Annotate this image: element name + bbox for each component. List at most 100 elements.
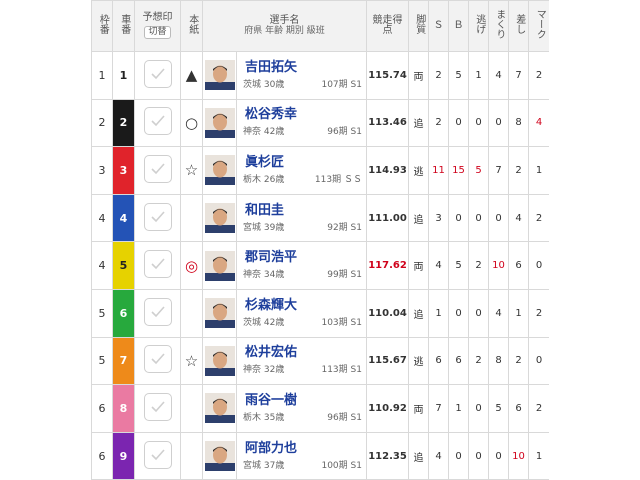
race-score: 115.74 xyxy=(366,51,409,100)
stat-nige: 2 xyxy=(468,336,489,386)
racer-term-class: 92期 S1 xyxy=(327,222,362,234)
stat-mark: 1 xyxy=(528,146,549,195)
header-s: Ｓ xyxy=(428,0,449,52)
prediction-checkbox[interactable] xyxy=(143,107,172,136)
stat-nige: 5 xyxy=(468,146,489,195)
photo-cell xyxy=(202,336,237,386)
stat-b: 15 xyxy=(448,146,469,195)
photo-cell xyxy=(202,98,237,148)
racer-name[interactable]: 杉森輝大 xyxy=(241,298,362,314)
racer-age: 26歳 xyxy=(263,174,285,185)
stat-b: 5 xyxy=(448,51,469,100)
racer-class: ＳＳ xyxy=(343,174,362,185)
photo-cell xyxy=(202,431,237,480)
racer-prefecture: 茨城 xyxy=(243,317,262,328)
racer-name[interactable]: 眞杉匠 xyxy=(241,155,362,171)
racer-info: 雨谷一樹 栃木 35歳 96期 S1 xyxy=(236,384,367,433)
race-score: 115.67 xyxy=(366,336,409,386)
check-icon xyxy=(150,211,165,222)
kyakushitsu: 両 xyxy=(408,51,429,100)
racer-class: S1 xyxy=(350,222,362,233)
kirikae-button[interactable]: 切替 xyxy=(144,25,171,39)
prediction-checkbox[interactable] xyxy=(143,250,172,279)
check-icon xyxy=(150,353,165,365)
racer-age: 35歳 xyxy=(263,412,285,423)
prediction-checkbox[interactable] xyxy=(143,202,172,231)
header-waku: 枠番 xyxy=(91,0,113,52)
racer-term-class: 113期 ＳＳ xyxy=(315,174,362,186)
race-entry-table-container: 枠番 車番 予想印 切替 本紙 選手名 府県 年齢 期別 級班 競走得点 脚質 … xyxy=(91,0,549,480)
prediction-checkbox[interactable] xyxy=(143,297,172,326)
racer-age: 42歳 xyxy=(263,317,285,328)
yoso-cell xyxy=(134,384,181,433)
kyakushitsu: 逃 xyxy=(408,146,429,195)
prediction-checkbox[interactable] xyxy=(143,154,172,183)
racer-prefecture: 神奈 xyxy=(243,127,262,138)
racer-age: 30歳 xyxy=(263,79,285,90)
racer-name[interactable]: 松井宏佑 xyxy=(241,345,362,361)
table-row: 6 8 雨谷一樹 栃木 35歳 96期 S1 110.92 両 7 1 0 5 … xyxy=(91,384,549,433)
waku-number: 2 xyxy=(91,98,113,148)
racer-info: 阿部力也 宮城 37歳 100期 S1 xyxy=(236,431,367,480)
racer-class: S1 xyxy=(350,460,362,471)
stat-s: 2 xyxy=(428,98,449,148)
table-header-row: 枠番 車番 予想印 切替 本紙 選手名 府県 年齢 期別 級班 競走得点 脚質 … xyxy=(91,0,549,52)
racer-name[interactable]: 郡司浩平 xyxy=(241,250,362,266)
racer-pref-age: 栃木 26歳 xyxy=(243,174,284,186)
racer-prefecture: 神奈 xyxy=(243,270,262,281)
racer-prefecture: 茨城 xyxy=(243,79,262,90)
racer-name[interactable]: 阿部力也 xyxy=(241,441,362,457)
honshi-mark: ○ xyxy=(180,98,203,148)
racer-pref-age: 神奈 32歳 xyxy=(243,364,284,376)
racer-term: 107期 xyxy=(321,79,348,90)
racer-pref-age: 宮城 39歳 xyxy=(243,222,284,234)
header-honshi: 本紙 xyxy=(180,0,203,52)
stat-mark: 2 xyxy=(528,384,549,433)
stat-b: 1 xyxy=(448,384,469,433)
racer-term: 100期 xyxy=(321,460,348,471)
prediction-checkbox[interactable] xyxy=(143,440,172,469)
stat-s: 7 xyxy=(428,384,449,433)
racer-class: S1 xyxy=(350,270,362,281)
honshi-mark xyxy=(180,193,203,243)
yoso-cell xyxy=(134,98,181,148)
header-makuri: まくり xyxy=(488,0,509,52)
race-score: 117.62 xyxy=(366,241,409,290)
racer-age: 34歳 xyxy=(263,270,285,281)
header-b: Ｂ xyxy=(448,0,469,52)
yoso-cell xyxy=(134,431,181,480)
racer-name[interactable]: 吉田拓矢 xyxy=(241,60,362,76)
racer-details: 栃木 35歳 96期 S1 xyxy=(241,412,362,424)
racer-details: 茨城 30歳 107期 S1 xyxy=(241,79,362,91)
stat-nige: 0 xyxy=(468,384,489,433)
table-row: 3 3 ☆ 眞杉匠 栃木 26歳 113期 ＳＳ 114.93 逃 11 15 … xyxy=(91,146,549,195)
stat-b: 0 xyxy=(448,193,469,243)
honshi-mark: ◎ xyxy=(180,241,203,290)
racer-name[interactable]: 和田圭 xyxy=(241,203,362,219)
racer-photo-icon xyxy=(204,345,235,376)
racer-prefecture: 栃木 xyxy=(243,412,262,423)
racer-name[interactable]: 雨谷一樹 xyxy=(241,393,362,409)
prediction-checkbox[interactable] xyxy=(143,392,172,421)
table-row: 4 4 和田圭 宮城 39歳 92期 S1 111.00 追 3 0 0 0 4… xyxy=(91,193,549,243)
photo-cell xyxy=(202,288,237,338)
kyakushitsu: 両 xyxy=(408,384,429,433)
stat-sashi: 6 xyxy=(508,241,529,290)
racer-term: 96期 xyxy=(327,412,348,423)
racer-details: 茨城 42歳 103期 S1 xyxy=(241,317,362,329)
racer-age: 42歳 xyxy=(263,127,285,138)
check-icon xyxy=(150,258,165,270)
header-name-sub: 府県 年齢 期別 級班 xyxy=(244,25,325,36)
racer-pref-age: 茨城 42歳 xyxy=(243,317,284,329)
stat-sashi: 2 xyxy=(508,146,529,195)
racer-term: 113期 xyxy=(314,174,342,185)
header-kyaku: 脚質 xyxy=(408,0,429,52)
racer-info: 眞杉匠 栃木 26歳 113期 ＳＳ xyxy=(236,146,367,195)
photo-cell xyxy=(202,384,237,433)
prediction-checkbox[interactable] xyxy=(143,59,172,88)
stat-makuri: 0 xyxy=(488,193,509,243)
racer-info: 松井宏佑 神奈 32歳 113期 S1 xyxy=(236,336,367,386)
racer-name[interactable]: 松谷秀幸 xyxy=(241,107,362,123)
prediction-checkbox[interactable] xyxy=(143,345,172,374)
race-entry-table: 枠番 車番 予想印 切替 本紙 選手名 府県 年齢 期別 級班 競走得点 脚質 … xyxy=(91,0,549,480)
